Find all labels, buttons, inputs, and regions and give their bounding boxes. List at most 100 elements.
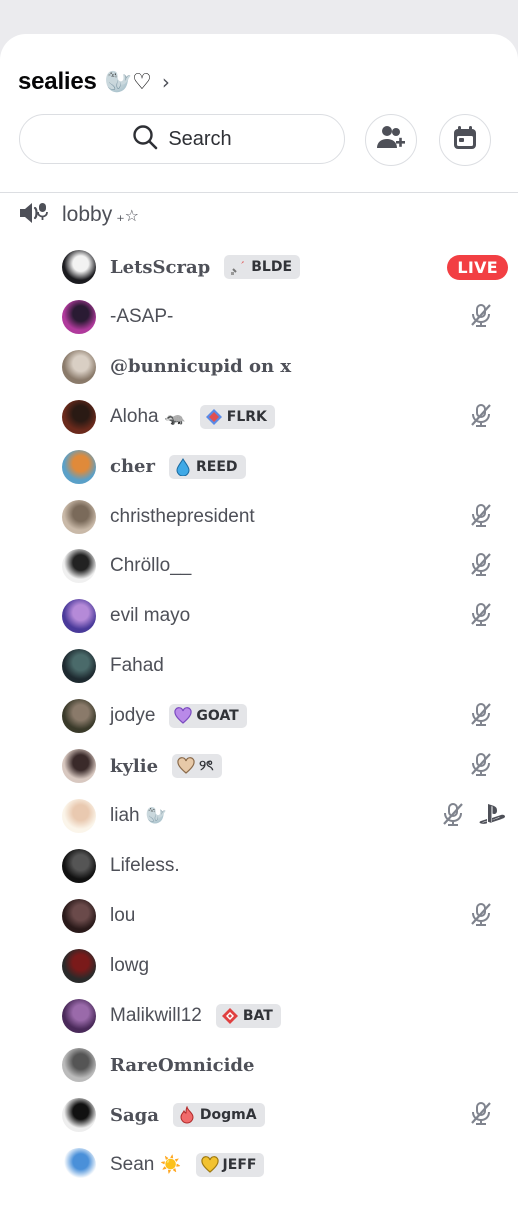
playstation-icon xyxy=(478,803,506,829)
avatar xyxy=(62,1098,96,1133)
member-status-icons: LIVE xyxy=(447,254,508,280)
voice-member-row[interactable]: Chröllo__ xyxy=(62,545,502,587)
voice-channel-lobby[interactable]: lobby ₊☆ xyxy=(18,200,139,230)
member-status-icons xyxy=(470,702,492,730)
member-status-icons xyxy=(470,403,492,431)
member-name: Fahad xyxy=(110,655,164,677)
channel-name: lobby xyxy=(62,203,113,226)
avatar xyxy=(62,250,96,284)
diamond-icon xyxy=(205,408,223,426)
server-sheet: sealies 🦭♡ › Search lobby ₊☆ LetsScrap BL… xyxy=(0,34,518,1214)
tag-label: BAT xyxy=(242,1007,273,1024)
tag-label: REED xyxy=(195,458,238,475)
voice-member-row[interactable]: Fahad xyxy=(62,645,502,687)
member-name: Sean xyxy=(110,1154,155,1176)
voice-member-row[interactable]: Sean ☀️ JEFF xyxy=(62,1144,502,1186)
voice-channel-icon xyxy=(18,200,48,230)
server-tag-badge[interactable]: REED xyxy=(168,454,246,479)
server-tag-badge[interactable]: DogmA xyxy=(172,1103,265,1128)
muted-mic-icon xyxy=(470,503,492,531)
add-member-icon xyxy=(376,124,406,156)
avatar xyxy=(62,499,96,534)
heart-gold-icon xyxy=(200,1156,219,1174)
member-status-icons xyxy=(470,602,492,630)
member-status-icons xyxy=(470,303,492,331)
avatar xyxy=(62,449,96,484)
voice-member-row[interactable]: LetsScrap BLDE LIVE xyxy=(62,246,508,288)
events-button[interactable] xyxy=(439,114,491,166)
server-name-suffix: 🦭♡ xyxy=(104,69,152,95)
tag-label: JEFF xyxy=(222,1157,257,1174)
member-status-icons xyxy=(470,503,492,531)
muted-mic-icon xyxy=(470,752,492,780)
muted-mic-icon xyxy=(470,552,492,580)
server-tag-badge[interactable]: ୨ৎ xyxy=(172,754,222,778)
voice-member-row[interactable]: cher REED xyxy=(62,446,502,488)
member-name: -ASAP- xyxy=(110,305,174,327)
avatar xyxy=(62,649,96,684)
server-tag-badge[interactable]: JEFF xyxy=(195,1153,265,1178)
member-name: Lifeless. xyxy=(110,854,180,876)
header-divider xyxy=(0,192,518,193)
avatar xyxy=(62,898,96,933)
heart-purple-icon xyxy=(174,707,193,725)
tag-label: GOAT xyxy=(196,708,239,725)
voice-member-row[interactable]: -ASAP- xyxy=(62,296,502,338)
server-name: sealies xyxy=(18,68,97,95)
avatar xyxy=(62,948,96,983)
voice-member-row[interactable]: RareOmnicide xyxy=(62,1044,502,1086)
tag-label: FLRK xyxy=(226,408,267,425)
live-badge[interactable]: LIVE xyxy=(447,254,508,280)
voice-member-row[interactable]: jodye GOAT xyxy=(62,695,502,737)
voice-member-row[interactable]: kylie ୨ৎ xyxy=(62,745,502,787)
diamond-red-icon xyxy=(221,1007,239,1025)
muted-mic-icon xyxy=(442,802,464,830)
voice-member-row[interactable]: lowg xyxy=(62,945,502,987)
voice-member-row[interactable]: @bunnicupid on x xyxy=(62,346,502,388)
member-status-icons xyxy=(470,552,492,580)
invite-members-button[interactable] xyxy=(365,114,417,166)
member-name: RareOmnicide xyxy=(110,1054,255,1076)
server-tag-badge[interactable]: BLDE xyxy=(224,255,301,279)
avatar xyxy=(62,798,96,833)
avatar xyxy=(62,349,96,384)
tag-label: BLDE xyxy=(251,259,293,275)
flame-icon xyxy=(178,1106,196,1124)
voice-member-row[interactable]: lou xyxy=(62,895,502,937)
member-name: Saga xyxy=(110,1104,159,1126)
drop-icon xyxy=(174,457,192,476)
member-status-icons xyxy=(442,802,506,830)
member-status-icons xyxy=(470,752,492,780)
avatar xyxy=(62,599,96,634)
member-name: cher xyxy=(110,456,155,478)
server-tag-badge[interactable]: BAT xyxy=(215,1003,281,1028)
member-name: lowg xyxy=(110,954,150,976)
heart-beige-icon xyxy=(177,757,195,775)
voice-member-row[interactable]: Malikwill12 BAT xyxy=(62,995,502,1037)
member-name: christhepresident xyxy=(110,505,255,527)
avatar xyxy=(62,998,96,1033)
voice-member-row[interactable]: liah 🦭 xyxy=(62,795,505,837)
member-name: kylie xyxy=(110,755,159,777)
server-tag-badge[interactable]: GOAT xyxy=(169,704,247,729)
muted-mic-icon xyxy=(470,602,492,630)
member-name: liah xyxy=(110,804,140,826)
member-emoji: 🦭 xyxy=(145,805,167,826)
member-emoji: 🦡 xyxy=(164,406,186,427)
muted-mic-icon xyxy=(470,303,492,331)
muted-mic-icon xyxy=(470,902,492,930)
server-tag-badge[interactable]: FLRK xyxy=(199,404,275,429)
voice-member-row[interactable]: Aloha 🦡 FLRK xyxy=(62,396,502,438)
channel-decoration: ₊☆ xyxy=(116,205,139,225)
member-name: Chröllo__ xyxy=(110,555,192,577)
voice-member-row[interactable]: Saga DogmA xyxy=(62,1094,502,1136)
search-label: Search xyxy=(168,127,232,150)
muted-mic-icon xyxy=(470,702,492,730)
search-icon xyxy=(132,124,158,154)
search-button[interactable]: Search xyxy=(19,114,345,164)
server-header[interactable]: sealies 🦭♡ › xyxy=(18,67,170,97)
voice-member-row[interactable]: christhepresident xyxy=(62,496,502,538)
calendar-icon xyxy=(452,125,478,155)
voice-member-row[interactable]: Lifeless. xyxy=(62,845,502,887)
voice-member-row[interactable]: evil mayo xyxy=(62,595,502,637)
